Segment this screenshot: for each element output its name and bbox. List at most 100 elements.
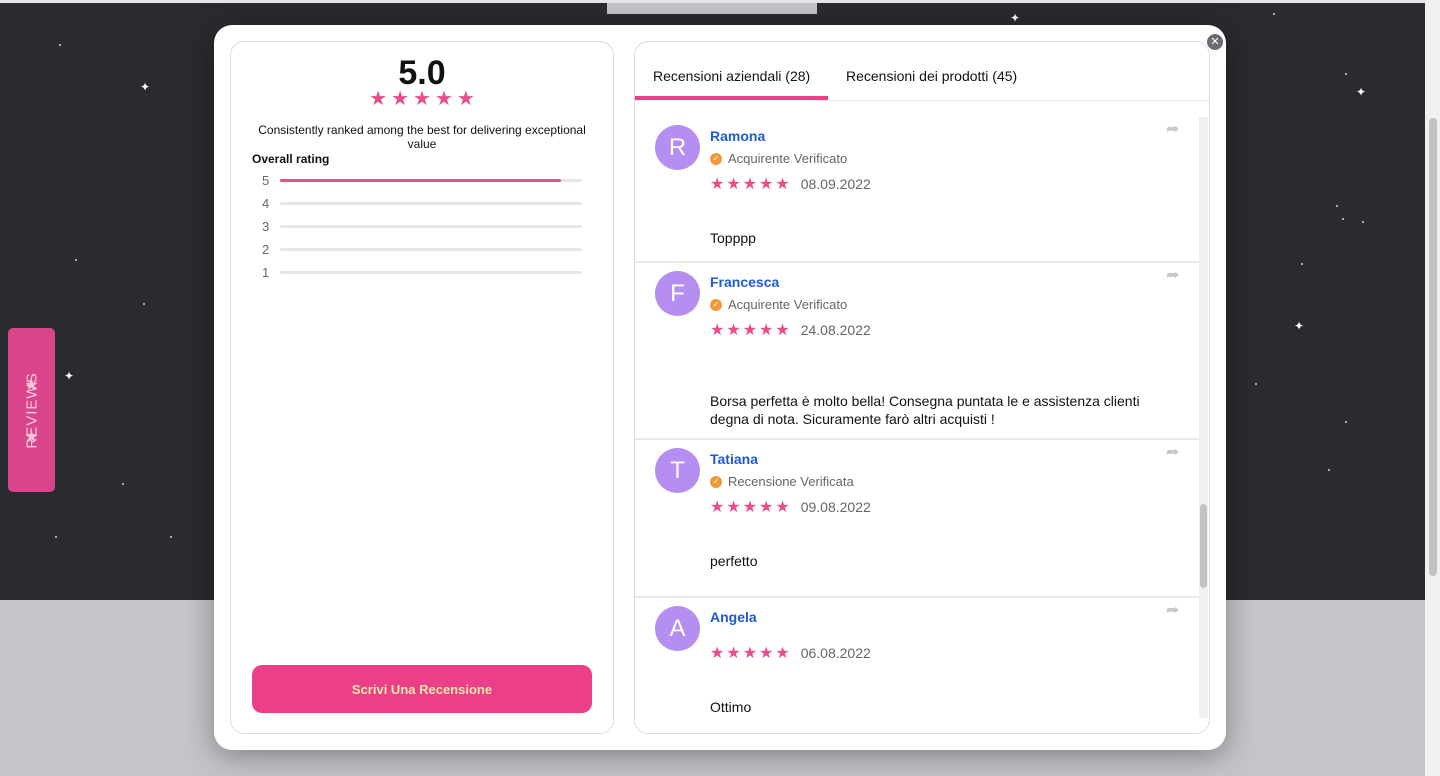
review-text: Topppp xyxy=(710,230,756,246)
review-text: Ottimo xyxy=(710,699,752,715)
rating-star-icon: ★ xyxy=(456,86,475,110)
rating-row: 5 xyxy=(262,169,584,192)
background-star xyxy=(143,303,145,305)
review-star-icon: ★ xyxy=(710,643,725,662)
review-date: 06.08.2022 xyxy=(800,645,871,661)
share-icon[interactable]: ➦ xyxy=(1166,600,1179,619)
rating-bar-track xyxy=(280,225,582,228)
reviewer-name[interactable]: Tatiana xyxy=(710,451,758,467)
review-item: A Angela ★ ★ ★ ★ ★ 06.08.2022 Ottimo ➦ xyxy=(635,598,1199,718)
review-item: F Francesca ✓ Acquirente Verificato ★ ★ ★ ★ ★ 24.… xyxy=(635,263,1199,440)
verified-badge: ✓ Acquirente Verificato xyxy=(710,297,847,312)
verified-check-icon: ✓ xyxy=(710,298,722,311)
review-star-icon: ★ xyxy=(775,174,790,193)
review-item: T Tatiana ✓ Recensione Verificata ★ ★ ★ ★ ★ 09.08… xyxy=(635,440,1199,598)
review-star-icon: ★ xyxy=(742,497,758,516)
reviewer-name[interactable]: Angela xyxy=(710,609,757,625)
review-star-icon: ★ xyxy=(742,643,758,662)
verified-label: Acquirente Verificato xyxy=(728,151,848,166)
review-rating: ★ ★ ★ ★ ★ 24.08.2022 xyxy=(710,320,871,339)
review-star-icon: ★ xyxy=(759,174,774,193)
tab-company-reviews[interactable]: Recensioni aziendali (28) xyxy=(653,68,810,84)
review-rating: ★ ★ ★ ★ ★ 06.08.2022 xyxy=(710,643,871,662)
reviews-panel: Recensioni aziendali (28) Recensioni dei… xyxy=(634,41,1210,734)
background-star-glint: ✦ xyxy=(1010,11,1021,25)
reviews-tab-label: REVIEWS xyxy=(23,371,40,449)
background-star xyxy=(1336,205,1338,207)
background-star xyxy=(1301,263,1303,265)
page-scrollbar[interactable] xyxy=(1425,0,1440,776)
tab-product-reviews[interactable]: Recensioni dei prodotti (45) xyxy=(846,68,1017,84)
overall-rating-label: Overall rating xyxy=(252,152,330,166)
review-star-icon: ★ xyxy=(775,320,790,339)
avatar: T xyxy=(655,448,700,493)
review-list: R Ramona ✓ Acquirente Verificato ★ ★ ★ ★ ★ 08.09.… xyxy=(635,117,1199,718)
background-star xyxy=(1342,218,1344,220)
background-star xyxy=(1345,73,1347,75)
review-rating: ★ ★ ★ ★ ★ 08.09.2022 xyxy=(710,174,871,193)
rating-star-icon: ★ xyxy=(434,86,453,110)
background-star-glint: ✦ xyxy=(1294,319,1305,333)
avatar: F xyxy=(655,271,700,316)
average-rating-stars: ★ ★ ★ ★ ★ xyxy=(231,87,613,109)
rating-row-label: 4 xyxy=(262,196,270,211)
share-icon[interactable]: ➦ xyxy=(1166,265,1179,284)
share-icon[interactable]: ➦ xyxy=(1166,442,1179,461)
review-star-icon: ★ xyxy=(775,643,790,662)
review-star-icon: ★ xyxy=(710,497,725,516)
rating-row: 1 xyxy=(262,261,584,284)
review-star-icon: ★ xyxy=(759,497,774,516)
rating-tagline: Consistently ranked among the best for d… xyxy=(258,123,586,151)
review-item: R Ramona ✓ Acquirente Verificato ★ ★ ★ ★ ★ 08.09.… xyxy=(635,117,1199,263)
review-star-icon: ★ xyxy=(710,174,725,193)
review-star-icon: ★ xyxy=(759,320,774,339)
reviewer-name[interactable]: Ramona xyxy=(710,128,765,144)
review-star-icon: ★ xyxy=(726,320,741,339)
verified-check-icon: ✓ xyxy=(710,152,722,165)
review-list-scrollbar[interactable] xyxy=(1199,117,1208,718)
background-star xyxy=(59,44,61,46)
verified-label: Recensione Verificata xyxy=(728,474,854,489)
review-star-icon: ★ xyxy=(726,497,741,516)
background-star xyxy=(1345,421,1347,423)
rating-bar-fill xyxy=(280,179,561,182)
write-review-button[interactable]: Scrivi Una Recensione xyxy=(252,665,592,713)
background-star xyxy=(1328,469,1330,471)
rating-star-icon: ★ xyxy=(413,86,431,110)
page-scrollbar-thumb[interactable] xyxy=(1429,118,1437,576)
active-tab-indicator xyxy=(635,96,828,100)
review-list-scrollbar-thumb[interactable] xyxy=(1200,504,1207,588)
rating-row-label: 2 xyxy=(262,242,270,257)
background-star xyxy=(75,259,77,261)
rating-row: 4 xyxy=(262,192,584,215)
share-icon[interactable]: ➦ xyxy=(1166,119,1179,138)
close-icon[interactable]: ✕ xyxy=(1207,34,1223,50)
rating-row-label: 3 xyxy=(262,219,270,234)
rating-star-icon: ★ xyxy=(369,86,388,110)
reviews-modal: 5.0 ★ ★ ★ ★ ★ Consistently ranked among the … xyxy=(214,25,1226,750)
rating-distribution: 5 4 3 2 1 xyxy=(262,169,584,284)
background-star xyxy=(1273,13,1275,15)
review-star-icon: ★ xyxy=(726,174,741,193)
review-tabs: Recensioni aziendali (28) Recensioni dei… xyxy=(635,42,1209,101)
rating-row: 2 xyxy=(262,238,584,261)
background-star xyxy=(170,536,172,538)
review-star-icon: ★ xyxy=(759,643,774,662)
review-date: 24.08.2022 xyxy=(800,322,871,338)
background-star-glint: ✦ xyxy=(64,369,75,383)
rating-bar-track xyxy=(280,202,582,205)
rating-summary-panel: 5.0 ★ ★ ★ ★ ★ Consistently ranked among the … xyxy=(230,41,614,734)
review-star-icon: ★ xyxy=(726,643,741,662)
rating-bar-track xyxy=(280,271,582,274)
rating-row-label: 1 xyxy=(262,265,270,280)
rating-bar-track xyxy=(280,248,582,251)
review-star-icon: ★ xyxy=(742,174,758,193)
background-header-tab xyxy=(607,3,817,14)
reviews-side-tab[interactable]: ★ REVIEWS ★ xyxy=(8,328,55,492)
review-text: perfetto xyxy=(710,553,758,569)
reviewer-name[interactable]: Francesca xyxy=(710,274,779,290)
background-star-glint: ✦ xyxy=(140,80,151,94)
rating-bar-track xyxy=(280,179,582,182)
review-rating: ★ ★ ★ ★ ★ 09.08.2022 xyxy=(710,497,871,516)
background-star-glint: ✦ xyxy=(1356,85,1367,99)
